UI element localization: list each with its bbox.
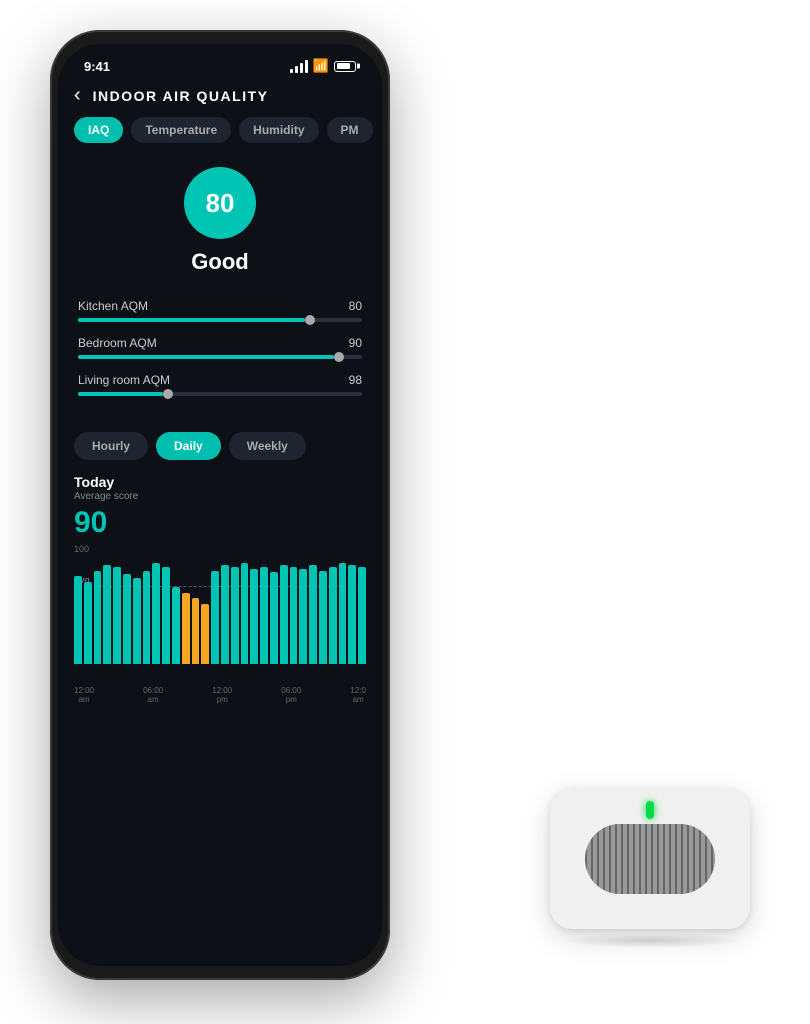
x-axis: 12:00am 06:00am 12:00pm 06:00pm 12:0am bbox=[74, 684, 366, 704]
chart-subtitle: Average score bbox=[74, 491, 366, 502]
chart-bar bbox=[211, 571, 219, 665]
aqm-name-living: Living room AQM bbox=[78, 373, 170, 387]
x-label-2: 12:00pm bbox=[212, 686, 232, 704]
top-nav: ‹ INDOOR AIR QUALITY bbox=[58, 80, 382, 117]
aqm-track-kitchen bbox=[78, 318, 362, 322]
x-label-3: 06:00pm bbox=[281, 686, 301, 704]
aqm-row-bedroom: Bedroom AQM 90 bbox=[78, 336, 362, 359]
chart-bar bbox=[280, 565, 288, 664]
score-value: 80 bbox=[206, 188, 235, 219]
tab-humidity[interactable]: Humidity bbox=[239, 117, 318, 143]
time-display: 9:41 bbox=[84, 59, 110, 74]
chart-bar bbox=[201, 604, 209, 665]
status-icons: 📶 bbox=[290, 58, 356, 74]
wifi-icon: 📶 bbox=[313, 58, 329, 74]
chart-bar bbox=[221, 565, 229, 664]
chart-bar bbox=[94, 571, 102, 665]
page-title: INDOOR AIR QUALITY bbox=[93, 88, 269, 104]
air-quality-device bbox=[550, 789, 750, 944]
battery-icon bbox=[334, 61, 356, 72]
chart-bar bbox=[162, 567, 170, 664]
x-label-0: 12:00am bbox=[74, 686, 94, 704]
aqm-value-bedroom: 90 bbox=[349, 336, 362, 350]
score-circle: 80 bbox=[184, 167, 256, 239]
chart-title: Today bbox=[74, 474, 366, 490]
tab-daily[interactable]: Daily bbox=[156, 432, 221, 460]
device-body bbox=[550, 789, 750, 929]
chart-bar bbox=[290, 567, 298, 664]
chart-bar bbox=[103, 565, 111, 664]
aqm-value-living: 98 bbox=[349, 373, 362, 387]
aqm-row-living: Living room AQM 98 bbox=[78, 373, 362, 396]
chart-bar bbox=[250, 569, 258, 664]
tab-hourly[interactable]: Hourly bbox=[74, 432, 148, 460]
chart-bar bbox=[270, 572, 278, 664]
x-label-1: 06:00am bbox=[143, 686, 163, 704]
x-label-4: 12:0am bbox=[350, 686, 366, 704]
chart-bar bbox=[182, 593, 190, 665]
chart-bar bbox=[260, 567, 268, 664]
chart-bar bbox=[113, 567, 121, 664]
score-label: Good bbox=[191, 249, 248, 275]
aqm-row-kitchen: Kitchen AQM 80 bbox=[78, 299, 362, 322]
phone: 9:41 📶 ‹ INDOOR AIR QUAL bbox=[50, 30, 390, 980]
bars-container bbox=[74, 554, 366, 664]
period-tabs: Hourly Daily Weekly bbox=[58, 418, 382, 470]
filter-tabs: IAQ Temperature Humidity PM bbox=[58, 117, 382, 157]
chart-bar bbox=[339, 563, 347, 664]
tab-pm[interactable]: PM bbox=[327, 117, 373, 143]
chart-wrapper: 100 Avg. bbox=[74, 544, 366, 684]
chart-bar bbox=[329, 567, 337, 664]
chart-bar bbox=[299, 569, 307, 664]
chart-bar bbox=[309, 565, 317, 664]
aqm-section: Kitchen AQM 80 Bedroom AQM 90 bbox=[58, 291, 382, 418]
chart-bar bbox=[241, 563, 249, 664]
chart-section: Today Average score 90 100 Avg. 12:00am … bbox=[58, 470, 382, 704]
back-button[interactable]: ‹ bbox=[74, 84, 81, 107]
chart-bar bbox=[192, 598, 200, 664]
aqm-name-kitchen: Kitchen AQM bbox=[78, 299, 148, 313]
chart-bar bbox=[133, 578, 141, 664]
status-bar: 9:41 📶 bbox=[58, 44, 382, 80]
chart-bar bbox=[319, 571, 327, 665]
phone-screen: 9:41 📶 ‹ INDOOR AIR QUAL bbox=[58, 44, 382, 966]
chart-bar bbox=[123, 574, 131, 664]
score-section: 80 Good bbox=[58, 157, 382, 291]
chart-bar bbox=[74, 576, 82, 664]
chart-bar bbox=[348, 565, 356, 664]
aqm-track-living bbox=[78, 392, 362, 396]
chart-bar bbox=[143, 571, 151, 665]
aqm-track-bedroom bbox=[78, 355, 362, 359]
tab-iaq[interactable]: IAQ bbox=[74, 117, 123, 143]
chart-bar bbox=[231, 567, 239, 664]
aqm-name-bedroom: Bedroom AQM bbox=[78, 336, 157, 350]
device-led-indicator bbox=[646, 801, 654, 819]
chart-bar bbox=[358, 567, 366, 664]
aqm-value-kitchen: 80 bbox=[349, 299, 362, 313]
chart-bar bbox=[152, 563, 160, 664]
scene: 9:41 📶 ‹ INDOOR AIR QUAL bbox=[0, 0, 810, 1024]
chart-bar bbox=[84, 582, 92, 665]
chart-bar bbox=[172, 587, 180, 664]
avg-score-display: 90 bbox=[74, 506, 366, 540]
device-shadow bbox=[560, 933, 740, 948]
tab-weekly[interactable]: Weekly bbox=[229, 432, 306, 460]
device-grille bbox=[585, 824, 715, 894]
tab-temperature[interactable]: Temperature bbox=[131, 117, 231, 143]
chart-y-label: 100 bbox=[74, 544, 89, 554]
signal-icon bbox=[290, 60, 308, 73]
